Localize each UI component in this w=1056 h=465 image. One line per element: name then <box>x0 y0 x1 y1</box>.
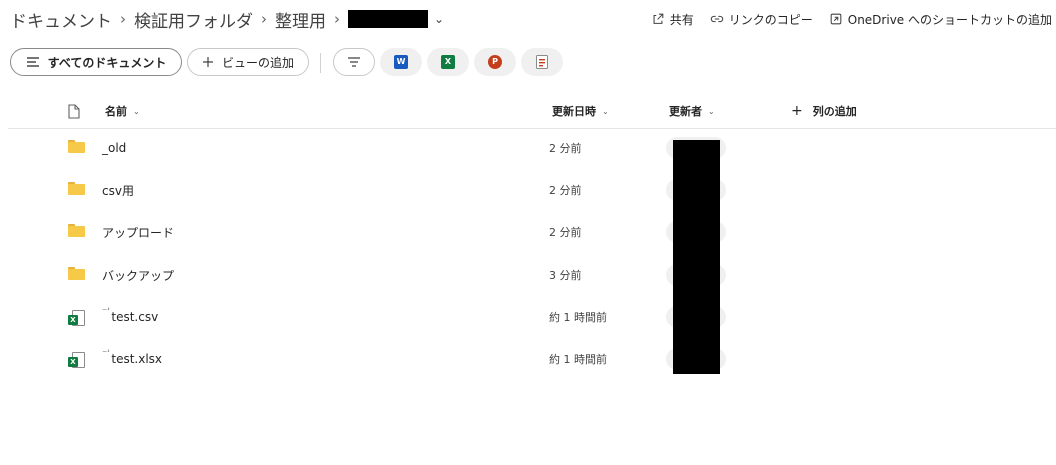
list-header: 名前 ⌄ 更新日時 ⌄ 更新者 ⌄ + 列の追加 <box>8 94 1056 129</box>
filter-icon <box>348 57 360 67</box>
add-column-button[interactable]: + 列の追加 <box>791 94 857 128</box>
item-modified: 約 1 時間前 <box>549 353 607 366</box>
onedrive-shortcut-label: OneDrive へのショートカットの追加 <box>847 12 1052 27</box>
item-modified: 2 分前 <box>549 226 582 239</box>
item-modified: 2 分前 <box>549 184 582 197</box>
item-name[interactable]: アップロード <box>102 212 174 252</box>
view-list-icon <box>26 56 40 68</box>
copy-link-label: リンクのコピー <box>728 12 813 27</box>
item-modified: 2 分前 <box>549 142 582 155</box>
excel-file-icon: X <box>68 310 86 326</box>
modified-by-column-header[interactable]: 更新者 ⌄ <box>669 94 715 128</box>
breadcrumb-separator: › <box>261 10 267 28</box>
chevron-down-icon: ⌄ <box>708 106 715 116</box>
breadcrumb-separator: › <box>334 10 340 28</box>
redacted-current-folder[interactable] <box>348 10 428 28</box>
powerpoint-filter-button[interactable]: P <box>474 48 516 76</box>
onedrive-shortcut-button[interactable]: OneDrive へのショートカットの追加 <box>829 11 1052 28</box>
modified-column-label: 更新日時 <box>552 105 596 118</box>
excel-file-icon: X <box>68 352 86 368</box>
name-column-label: 名前 <box>105 105 127 118</box>
add-view-button[interactable]: ビューの追加 <box>187 48 309 76</box>
list-row[interactable]: アップロード 2 分前 <box>8 212 1056 252</box>
item-name[interactable]: ⁻ʾ test.xlsx <box>102 339 162 379</box>
share-icon <box>653 13 664 24</box>
folder-icon <box>68 140 86 156</box>
chevron-down-icon: ⌄ <box>602 106 609 116</box>
chevron-down-icon: ⌄ <box>133 106 140 116</box>
share-label: 共有 <box>669 12 694 27</box>
folder-icon <box>68 267 86 283</box>
plus-icon <box>202 56 214 68</box>
file-type-column[interactable] <box>68 94 80 128</box>
pdf-document-icon <box>536 55 548 69</box>
word-filter-button[interactable]: W <box>380 48 422 76</box>
command-bar: 共有 リンクのコピー OneDrive へのショートカットの追加 <box>651 8 1052 30</box>
copy-link-button[interactable]: リンクのコピー <box>710 11 813 28</box>
breadcrumb-documents[interactable]: ドキュメント <box>10 7 112 32</box>
add-view-label: ビューの追加 <box>221 55 294 70</box>
list-row[interactable]: X ⁻ʾ test.csv 約 1 時間前 <box>8 297 1056 337</box>
folder-icon <box>68 224 86 240</box>
chevron-down-icon[interactable]: ⌄ <box>434 12 444 26</box>
item-modified: 3 分前 <box>549 269 582 282</box>
folder-icon <box>68 182 86 198</box>
item-name[interactable]: ⁻ʾ test.csv <box>102 297 158 337</box>
powerpoint-icon: P <box>488 55 502 69</box>
new-item-sparkle-icon: ⁻ʾ <box>102 306 111 318</box>
breadcrumb-organize-folder[interactable]: 整理用 <box>275 7 326 32</box>
breadcrumb-test-folder[interactable]: 検証用フォルダ <box>134 7 253 32</box>
all-documents-view-button[interactable]: すべてのドキュメント <box>10 48 182 76</box>
item-name-text: test.csv <box>111 310 159 324</box>
modified-column-header[interactable]: 更新日時 ⌄ <box>552 94 609 128</box>
list-row[interactable]: X ⁻ʾ test.xlsx 約 1 時間前 <box>8 339 1056 379</box>
new-item-sparkle-icon: ⁻ʾ <box>102 348 111 360</box>
toolbar-divider <box>320 53 321 73</box>
link-icon <box>710 15 723 23</box>
name-column-header[interactable]: 名前 ⌄ <box>105 94 140 128</box>
document-icon <box>68 103 80 119</box>
list-row[interactable]: _old 2 分前 <box>8 128 1056 168</box>
add-column-label: 列の追加 <box>812 105 857 118</box>
modified-by-column-label: 更新者 <box>669 105 702 118</box>
item-name[interactable]: バックアップ <box>102 255 174 295</box>
word-icon: W <box>394 55 408 69</box>
shortcut-icon <box>830 13 842 25</box>
all-documents-label: すべてのドキュメント <box>47 55 167 70</box>
plus-icon: + <box>791 103 803 119</box>
pdf-filter-button[interactable] <box>521 48 563 76</box>
list-row[interactable]: csv用 2 分前 <box>8 170 1056 210</box>
excel-filter-button[interactable]: X <box>427 48 469 76</box>
share-button[interactable]: 共有 <box>651 11 694 28</box>
item-name[interactable]: _old <box>102 128 126 168</box>
item-modified: 約 1 時間前 <box>549 311 607 324</box>
list-row[interactable]: バックアップ 3 分前 <box>8 255 1056 295</box>
excel-icon: X <box>441 55 455 69</box>
item-name[interactable]: csv用 <box>102 170 134 210</box>
breadcrumb: ドキュメント › 検証用フォルダ › 整理用 › ⌄ <box>10 6 444 32</box>
item-name-text: test.xlsx <box>111 352 163 366</box>
filter-button[interactable] <box>333 48 375 76</box>
breadcrumb-separator: › <box>120 10 126 28</box>
redacted-user-names <box>673 140 720 374</box>
